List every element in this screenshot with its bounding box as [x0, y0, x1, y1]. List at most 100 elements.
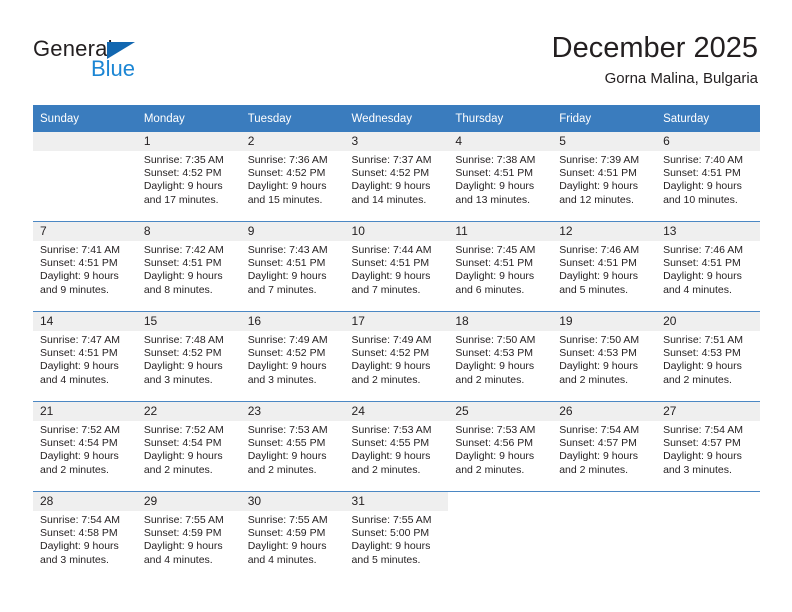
day-sun-info: Sunrise: 7:52 AM Sunset: 4:54 PM Daylight:… [137, 421, 241, 477]
day-sun-info: Sunrise: 7:53 AM Sunset: 4:55 PM Daylight:… [345, 421, 449, 477]
calendar-day-cell[interactable]: 14 Sunrise: 7:47 AM Sunset: 4:51 PM Dayligh… [33, 311, 137, 402]
calendar-day-cell[interactable]: 16 Sunrise: 7:49 AM Sunset: 4:52 PM Dayligh… [240, 311, 345, 402]
day-number: 4 [448, 132, 553, 151]
sunrise-text: Sunrise: 7:53 AM [351, 424, 432, 436]
sunset-text: Sunset: 4:51 PM [40, 347, 118, 360]
calendar-week-row: 21 Sunrise: 7:52 AM Sunset: 4:54 PM Dayligh… [33, 401, 760, 492]
daylight-text: Daylight: 9 hours and 10 minutes. [663, 180, 742, 206]
sunrise-text: Sunrise: 7:39 AM [559, 154, 640, 166]
day-number: 31 [344, 492, 449, 511]
page-title: December 2025 [551, 32, 758, 64]
calendar-day-cell[interactable]: 2 Sunrise: 7:36 AM Sunset: 4:52 PM Daylight… [240, 132, 345, 222]
day-number: 19 [552, 312, 657, 331]
sunrise-text: Sunrise: 7:36 AM [247, 154, 328, 166]
calendar-body: 1 Sunrise: 7:35 AM Sunset: 4:52 PM Daylight… [33, 132, 760, 581]
calendar-day-cell[interactable]: 5 Sunrise: 7:39 AM Sunset: 4:51 PM Daylight… [552, 132, 657, 222]
day-sun-info: Sunrise: 7:47 AM Sunset: 4:51 PM Daylight:… [33, 331, 137, 387]
calendar-day-cell[interactable]: 26 Sunrise: 7:54 AM Sunset: 4:57 PM Dayligh… [552, 401, 657, 492]
sunset-text: Sunset: 4:51 PM [40, 257, 118, 270]
calendar-day-cell[interactable]: 17 Sunrise: 7:49 AM Sunset: 4:52 PM Dayligh… [344, 311, 449, 402]
day-sun-info: Sunrise: 7:41 AM Sunset: 4:51 PM Daylight:… [33, 241, 137, 297]
day-number: 28 [33, 492, 137, 511]
sunrise-text: Sunrise: 7:49 AM [351, 334, 432, 346]
day-sun-info: Sunrise: 7:44 AM Sunset: 4:51 PM Daylight:… [345, 241, 449, 297]
day-cell-inner: 20 Sunrise: 7:51 AM Sunset: 4:53 PM Dayligh… [656, 312, 760, 401]
calendar-day-cell[interactable]: 27 Sunrise: 7:54 AM Sunset: 4:57 PM Dayligh… [656, 401, 760, 492]
daylight-text: Daylight: 9 hours and 2 minutes. [247, 450, 327, 476]
calendar-day-cell[interactable]: 21 Sunrise: 7:52 AM Sunset: 4:54 PM Dayligh… [33, 401, 137, 492]
day-cell-inner: 3 Sunrise: 7:37 AM Sunset: 4:52 PM Daylight… [344, 132, 449, 221]
calendar-day-cell[interactable]: 6 Sunrise: 7:40 AM Sunset: 4:51 PM Daylight… [656, 132, 760, 222]
sunset-text: Sunset: 4:51 PM [663, 257, 741, 270]
calendar-day-cell[interactable]: 9 Sunrise: 7:43 AM Sunset: 4:51 PM Daylight… [240, 221, 345, 312]
day-cell-inner: 14 Sunrise: 7:47 AM Sunset: 4:51 PM Dayligh… [33, 312, 137, 401]
daylight-text: Daylight: 9 hours and 3 minutes. [663, 450, 742, 476]
day-number: 3 [344, 132, 449, 151]
calendar-week-row: 14 Sunrise: 7:47 AM Sunset: 4:51 PM Dayligh… [33, 311, 760, 402]
sunset-text: Sunset: 4:55 PM [351, 437, 430, 450]
sunset-text: Sunset: 4:59 PM [247, 527, 326, 540]
sunrise-text: Sunrise: 7:35 AM [143, 154, 224, 166]
calendar-day-cell[interactable]: 18 Sunrise: 7:50 AM Sunset: 4:53 PM Dayligh… [448, 311, 553, 402]
calendar-day-cell[interactable]: 7 Sunrise: 7:41 AM Sunset: 4:51 PM Daylight… [33, 221, 137, 312]
calendar-day-cell[interactable]: 30 Sunrise: 7:55 AM Sunset: 4:59 PM Dayligh… [240, 491, 345, 581]
day-cell-inner [552, 492, 656, 581]
sunset-text: Sunset: 4:51 PM [351, 257, 430, 270]
day-number: 21 [33, 402, 137, 421]
calendar-day-cell[interactable]: 1 Sunrise: 7:35 AM Sunset: 4:52 PM Daylight… [136, 132, 241, 222]
day-number: 8 [136, 222, 241, 241]
daylight-text: Daylight: 9 hours and 12 minutes. [559, 180, 639, 206]
daylight-text: Daylight: 9 hours and 3 minutes. [40, 540, 119, 566]
day-cell-inner [448, 492, 552, 581]
sunset-text: Sunset: 4:54 PM [143, 437, 222, 450]
day-sun-info: Sunrise: 7:55 AM Sunset: 4:59 PM Daylight:… [241, 511, 345, 567]
day-sun-info: Sunrise: 7:50 AM Sunset: 4:53 PM Daylight:… [448, 331, 552, 387]
calendar-table: Sunday Monday Tuesday Wednesday Thursday… [33, 105, 760, 581]
daylight-text: Daylight: 9 hours and 15 minutes. [247, 180, 327, 206]
day-sun-info: Sunrise: 7:54 AM Sunset: 4:57 PM Daylight:… [552, 421, 656, 477]
daylight-text: Daylight: 9 hours and 5 minutes. [351, 540, 431, 566]
calendar-day-cell[interactable]: 15 Sunrise: 7:48 AM Sunset: 4:52 PM Dayligh… [136, 311, 241, 402]
calendar-day-cell[interactable]: 4 Sunrise: 7:38 AM Sunset: 4:51 PM Daylight… [448, 132, 553, 222]
weekday-header-saturday: Saturday [656, 105, 760, 132]
calendar-day-cell[interactable]: 31 Sunrise: 7:55 AM Sunset: 5:00 PM Dayligh… [344, 491, 449, 581]
weekday-header-sunday: Sunday [33, 105, 137, 132]
day-number: 12 [552, 222, 657, 241]
day-sun-info: Sunrise: 7:35 AM Sunset: 4:52 PM Daylight:… [137, 151, 241, 207]
sunset-text: Sunset: 4:56 PM [455, 437, 534, 450]
day-cell-inner: 9 Sunrise: 7:43 AM Sunset: 4:51 PM Daylight… [240, 222, 345, 311]
calendar-day-cell[interactable]: 28 Sunrise: 7:54 AM Sunset: 4:58 PM Dayligh… [33, 491, 137, 581]
sunrise-text: Sunrise: 7:54 AM [559, 424, 640, 436]
daylight-text: Daylight: 9 hours and 7 minutes. [351, 270, 431, 296]
calendar-day-cell[interactable]: 23 Sunrise: 7:53 AM Sunset: 4:55 PM Dayligh… [240, 401, 345, 492]
sunrise-text: Sunrise: 7:46 AM [559, 244, 640, 256]
calendar-day-cell[interactable]: 10 Sunrise: 7:44 AM Sunset: 4:51 PM Dayligh… [344, 221, 449, 312]
day-number: 26 [552, 402, 657, 421]
day-number: 20 [656, 312, 760, 331]
calendar-day-cell[interactable]: 11 Sunrise: 7:45 AM Sunset: 4:51 PM Dayligh… [448, 221, 553, 312]
sunset-text: Sunset: 4:52 PM [351, 167, 430, 180]
sunrise-text: Sunrise: 7:55 AM [143, 514, 224, 526]
calendar-day-cell[interactable]: 13 Sunrise: 7:46 AM Sunset: 4:51 PM Dayligh… [656, 221, 760, 312]
calendar-day-cell[interactable]: 19 Sunrise: 7:50 AM Sunset: 4:53 PM Dayligh… [552, 311, 657, 402]
calendar-day-cell[interactable]: 3 Sunrise: 7:37 AM Sunset: 4:52 PM Daylight… [344, 132, 449, 222]
daylight-text: Daylight: 9 hours and 6 minutes. [455, 270, 535, 296]
sunrise-text: Sunrise: 7:40 AM [663, 154, 744, 166]
weekday-header-wednesday: Wednesday [344, 105, 449, 132]
day-sun-info: Sunrise: 7:43 AM Sunset: 4:51 PM Daylight:… [241, 241, 345, 297]
day-number: 1 [136, 132, 241, 151]
calendar-day-cell[interactable]: 25 Sunrise: 7:53 AM Sunset: 4:56 PM Dayligh… [448, 401, 553, 492]
day-number: 7 [33, 222, 137, 241]
weekday-header-row: Sunday Monday Tuesday Wednesday Thursday… [33, 105, 760, 132]
day-cell-inner: 18 Sunrise: 7:50 AM Sunset: 4:53 PM Dayligh… [448, 312, 553, 401]
sunrise-text: Sunrise: 7:45 AM [455, 244, 536, 256]
calendar-day-cell[interactable]: 29 Sunrise: 7:55 AM Sunset: 4:59 PM Dayligh… [136, 491, 241, 581]
calendar-day-cell[interactable]: 20 Sunrise: 7:51 AM Sunset: 4:53 PM Dayligh… [656, 311, 760, 402]
day-cell-inner: 13 Sunrise: 7:46 AM Sunset: 4:51 PM Dayligh… [656, 222, 760, 311]
weekday-header-thursday: Thursday [448, 105, 553, 132]
calendar-day-cell[interactable]: 22 Sunrise: 7:52 AM Sunset: 4:54 PM Dayligh… [136, 401, 241, 492]
calendar-day-cell[interactable]: 12 Sunrise: 7:46 AM Sunset: 4:51 PM Dayligh… [552, 221, 657, 312]
calendar-day-cell[interactable]: 8 Sunrise: 7:42 AM Sunset: 4:51 PM Daylight… [136, 221, 241, 312]
calendar-day-cell[interactable]: 24 Sunrise: 7:53 AM Sunset: 4:55 PM Dayligh… [344, 401, 449, 492]
daylight-text: Daylight: 9 hours and 9 minutes. [40, 270, 119, 296]
